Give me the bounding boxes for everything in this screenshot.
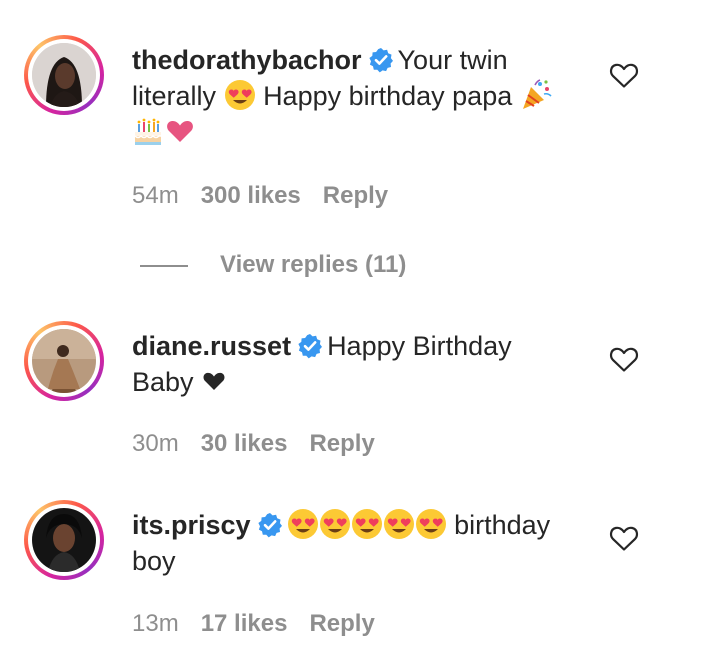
comment-text-part: birthday — [454, 510, 551, 540]
like-heart-icon[interactable] — [609, 61, 639, 89]
comment-text-part: Happy Birthday — [327, 331, 512, 361]
reply-button[interactable]: Reply — [323, 182, 388, 209]
comment-time: 13m — [132, 610, 179, 637]
username[interactable]: diane.russet — [132, 331, 291, 361]
comment-meta: 30m 30 likes Reply — [132, 429, 397, 459]
comment-text-part: Happy birthday papa — [263, 81, 513, 111]
comment-time: 54m — [132, 182, 179, 209]
comment-time: 30m — [132, 430, 179, 457]
party-popper-emoji — [520, 79, 552, 111]
avatar-ring[interactable] — [24, 35, 104, 115]
avatar-ring[interactable] — [24, 321, 104, 401]
view-replies-button[interactable]: View replies (11) — [140, 250, 406, 280]
heart-eyes-emoji — [224, 79, 256, 111]
comment-text: thedorathybachor Your twin literally Happ… — [132, 42, 572, 150]
divider-line — [140, 264, 188, 267]
verified-badge-icon — [368, 47, 394, 73]
heart-eyes-emoji — [319, 508, 351, 540]
username[interactable]: thedorathybachor — [132, 45, 362, 75]
comment-text-part: literally — [132, 81, 217, 111]
pink-heart-emoji — [164, 115, 196, 147]
likes-count[interactable]: 17 likes — [201, 610, 288, 637]
verified-badge-icon — [297, 333, 323, 359]
comment-text-part: boy — [132, 546, 176, 576]
like-heart-icon[interactable] — [609, 345, 639, 373]
reply-button[interactable]: Reply — [309, 610, 374, 637]
likes-count[interactable]: 30 likes — [201, 430, 288, 457]
comment-meta: 54m 300 likes Reply — [132, 181, 410, 211]
comment-meta: 13m 17 likes Reply — [132, 609, 397, 639]
comment-text: its.priscy birthday boy — [132, 507, 572, 579]
verified-badge-icon — [257, 512, 283, 538]
comment-text-part: Your twin — [397, 45, 508, 75]
comment-text: diane.russet Happy Birthday Baby — [132, 328, 572, 400]
heart-eyes-emoji — [415, 508, 447, 540]
view-replies-label: View replies (11) — [220, 251, 407, 278]
avatar[interactable] — [32, 329, 96, 393]
like-heart-icon[interactable] — [609, 524, 639, 552]
avatar[interactable] — [32, 508, 96, 572]
heart-eyes-emoji — [287, 508, 319, 540]
avatar-ring[interactable] — [24, 500, 104, 580]
heart-eyes-emoji — [351, 508, 383, 540]
birthday-cake-emoji — [132, 115, 164, 147]
black-heart-emoji — [201, 368, 227, 394]
comment-text-part: Baby — [132, 367, 194, 397]
avatar[interactable] — [32, 43, 96, 107]
username[interactable]: its.priscy — [132, 510, 251, 540]
heart-eyes-emoji — [383, 508, 415, 540]
reply-button[interactable]: Reply — [309, 430, 374, 457]
likes-count[interactable]: 300 likes — [201, 182, 301, 209]
